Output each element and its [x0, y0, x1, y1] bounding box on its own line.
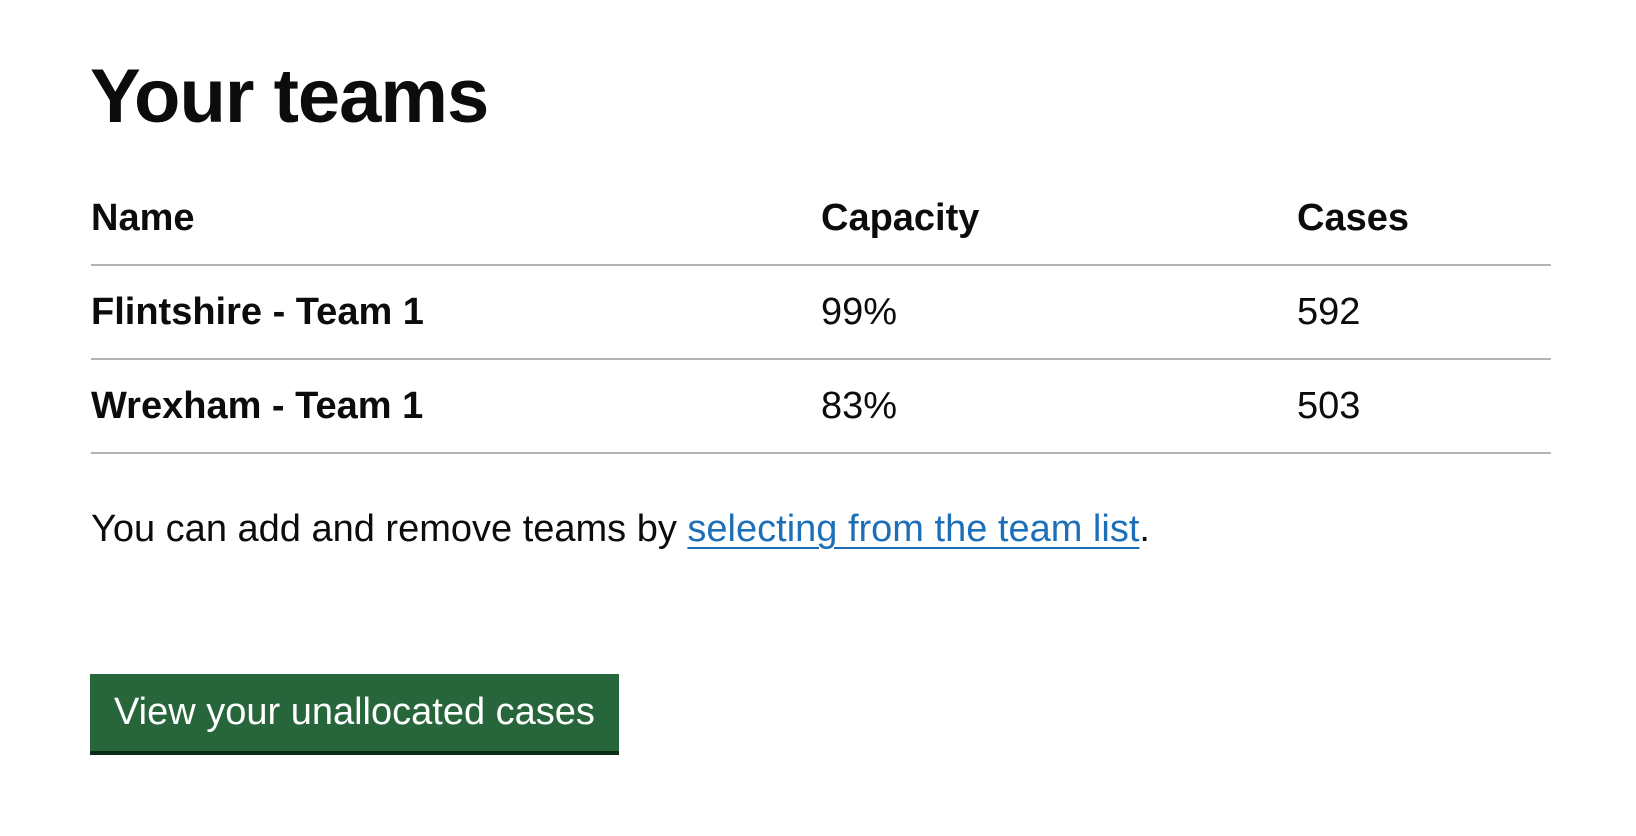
team-capacity: 83%: [821, 359, 1297, 454]
teams-table: Name Capacity Cases Flintshire - Team 1 …: [91, 172, 1551, 454]
hint-text-after: .: [1139, 508, 1150, 550]
column-header-capacity: Capacity: [821, 172, 1297, 266]
table-header-row: Name Capacity Cases: [91, 172, 1551, 266]
team-cases: 592: [1297, 265, 1551, 360]
team-capacity: 99%: [821, 265, 1297, 360]
column-header-name: Name: [91, 172, 821, 266]
column-header-cases: Cases: [1297, 172, 1551, 266]
team-list-link[interactable]: selecting from the team list: [687, 508, 1139, 550]
team-cases: 503: [1297, 359, 1551, 454]
team-name: Wrexham - Team 1: [91, 359, 821, 454]
table-row: Wrexham - Team 1 83% 503: [91, 359, 1551, 454]
view-unallocated-cases-button[interactable]: View your unallocated cases: [90, 674, 619, 751]
page: Your teams Name Capacity Cases Flintshir…: [0, 0, 1636, 836]
hint-text-before: You can add and remove teams by: [91, 508, 688, 550]
team-name: Flintshire - Team 1: [91, 265, 821, 360]
table-row: Flintshire - Team 1 99% 592: [91, 265, 1551, 360]
page-title: Your teams: [90, 54, 489, 139]
team-list-hint: You can add and remove teams by selectin…: [91, 503, 1150, 555]
